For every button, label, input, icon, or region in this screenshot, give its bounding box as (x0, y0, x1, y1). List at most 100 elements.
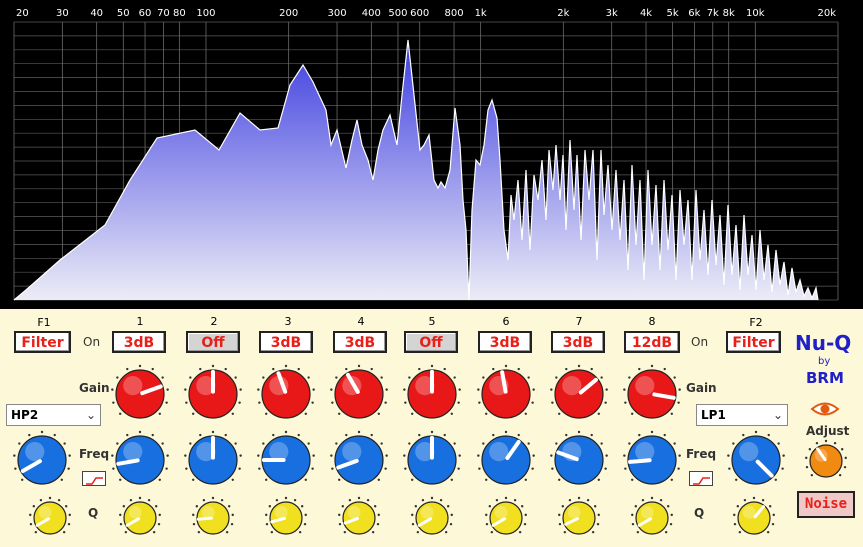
knob-highlight (640, 506, 654, 519)
knob-tick (341, 505, 345, 508)
knob-body (627, 369, 677, 419)
knob-tick (192, 513, 195, 517)
knob-tick (231, 478, 234, 481)
knob-tick (416, 530, 420, 534)
knob-tick (119, 478, 122, 481)
knob-tick (555, 442, 558, 445)
knob-tick (430, 430, 434, 434)
band-6-button[interactable]: 3dB (478, 331, 532, 353)
knob-body (481, 369, 531, 419)
knob-tick (53, 433, 56, 437)
knob-tick (727, 454, 730, 457)
knob-tick (605, 454, 608, 457)
eye-icon[interactable] (810, 400, 840, 418)
knob-tick (555, 376, 558, 379)
band-2-button[interactable]: Off (186, 331, 240, 353)
knob-tick (767, 433, 770, 437)
knob-tick (189, 376, 192, 379)
knob-tick (158, 412, 161, 415)
freq-tick-label: 8k (723, 8, 735, 19)
knob-tick (307, 442, 310, 445)
knob-tick (670, 513, 673, 517)
knob-tick (838, 473, 842, 477)
knob-tick (597, 412, 600, 415)
gain-right-label: Gain (686, 381, 717, 395)
knob-highlight (38, 506, 52, 519)
band-5-button[interactable]: Off (404, 331, 458, 353)
f2-type-select[interactable]: LP1 ⌄ (696, 404, 788, 426)
knob-tick (414, 505, 418, 508)
knob-tick (345, 433, 348, 437)
q-left-label: Q (88, 506, 99, 520)
knob-body (481, 435, 531, 485)
knob-tick (641, 498, 645, 502)
q-right-label: Q (694, 506, 705, 520)
knob-tick (631, 478, 634, 481)
knob-tick (192, 412, 195, 415)
knob-body (562, 501, 596, 535)
knob-tick (166, 388, 169, 391)
knob-tick (833, 441, 837, 445)
f1-curve-button[interactable] (82, 471, 106, 486)
knob-tick (211, 364, 215, 368)
freq-tick-label: 600 (410, 8, 429, 19)
freq-tick-label: 200 (279, 8, 298, 19)
knob-tick (650, 496, 654, 500)
knob-tick (458, 388, 461, 391)
knob-highlight (420, 506, 434, 519)
gain-left-label: Gain (79, 381, 110, 395)
knob-tick (777, 442, 780, 445)
knob-tick (404, 401, 407, 404)
knob-tick (380, 376, 383, 379)
knob-tick (492, 433, 495, 437)
knob-tick (638, 433, 641, 437)
knob-tick (335, 376, 338, 379)
knob-tick (239, 454, 242, 457)
knob-tick (370, 433, 373, 437)
knob-tick (116, 442, 119, 445)
knob-tick (126, 367, 129, 371)
knob-tick (439, 498, 443, 502)
band-1-button[interactable]: 3dB (112, 331, 166, 353)
knob-tick (488, 505, 492, 508)
band-3-button[interactable]: 3dB (259, 331, 313, 353)
knob-tick (524, 513, 527, 517)
knob-tick (57, 498, 61, 502)
knob-tick (670, 478, 673, 481)
f1-type-select[interactable]: HP2 ⌄ (6, 404, 101, 426)
knob-tick (482, 442, 485, 445)
knob-tick (561, 505, 565, 508)
band-8-button[interactable]: 12dB (624, 331, 680, 353)
knob-tick (586, 498, 590, 502)
knob-tick (550, 388, 553, 391)
noise-button[interactable]: Noise (797, 491, 855, 518)
f2-filter-button[interactable]: Filter (726, 331, 781, 353)
knob-tick (659, 498, 663, 502)
knob-tick (624, 401, 627, 404)
knob-tick (418, 433, 421, 437)
knob-tick (590, 433, 593, 437)
knob-tick (29, 522, 33, 526)
knob-tick (265, 522, 269, 526)
knob-highlight (347, 506, 361, 519)
band-4-button[interactable]: 3dB (333, 331, 387, 353)
knob-tick (650, 364, 654, 368)
knob-tick (199, 433, 202, 437)
knob-body (269, 501, 303, 535)
band-7-button[interactable]: 3dB (551, 331, 605, 353)
knob-tick (377, 478, 380, 481)
knob-tick (558, 513, 561, 517)
freq-tick-label: 500 (388, 8, 407, 19)
knob-body (17, 435, 67, 485)
knob-body (115, 369, 165, 419)
knob-tick (443, 367, 446, 371)
knob-tick (161, 376, 164, 379)
knob-tick (523, 522, 527, 526)
f2-curve-button[interactable] (689, 471, 713, 486)
f1-filter-button[interactable]: Filter (14, 331, 71, 353)
knob-tick (805, 456, 808, 460)
knob-tick (805, 465, 809, 469)
knob-tick (234, 442, 237, 445)
knob-tick (624, 467, 627, 470)
knob-tick (330, 454, 333, 457)
